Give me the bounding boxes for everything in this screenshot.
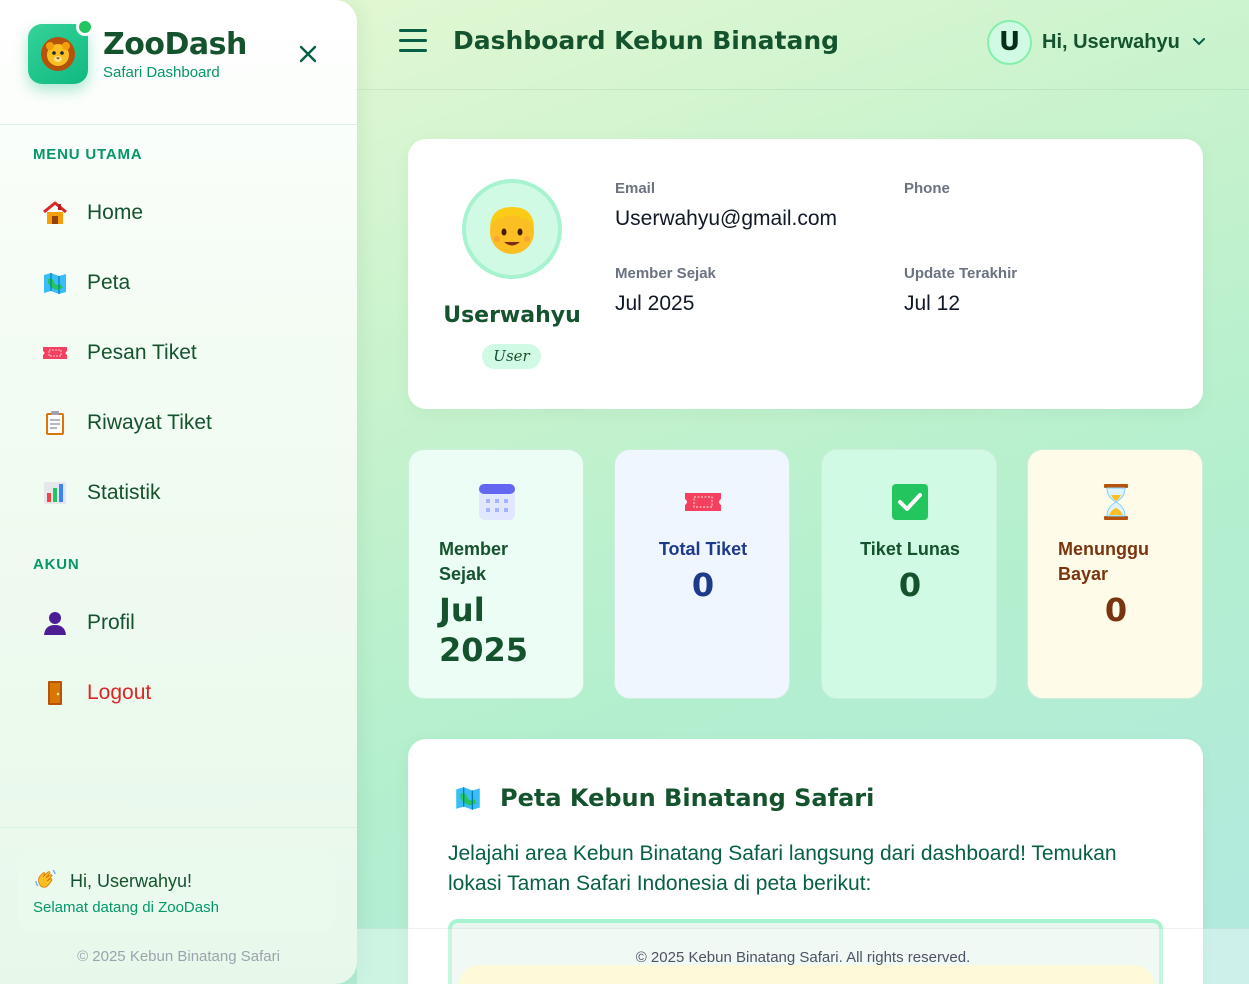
role-badge: User: [482, 344, 541, 369]
greeting-box: Hi, Userwahyu! Selamat datang di ZooDash: [18, 849, 336, 931]
sidebar-item-pesan-tiket[interactable]: Pesan Tiket: [28, 325, 328, 381]
map-icon: [40, 268, 70, 298]
person-face-icon: [490, 207, 534, 254]
profile-name: Userwahyu: [443, 303, 581, 328]
map-icon: [456, 787, 480, 810]
sidebar-item-label: Home: [87, 201, 144, 224]
stat-value: 0: [898, 566, 922, 604]
user-greeting: Hi, Userwahyu: [1042, 30, 1180, 53]
online-dot: [76, 18, 94, 36]
sidebar-item-peta[interactable]: Peta: [28, 255, 328, 311]
email-value: Userwahyu@gmail.com: [615, 207, 838, 230]
map-title: Peta Kebun Binatang Safari: [500, 784, 875, 812]
clipboard-icon: [40, 408, 70, 438]
stat-card-paid-ticket: Tiket Lunas 0: [821, 449, 997, 699]
brand[interactable]: ZooDash Safari Dashboard: [28, 18, 247, 84]
map-description: Jelajahi area Kebun Binatang Safari lang…: [448, 842, 1117, 895]
stat-card-member-since: Member Sejak Jul 2025: [408, 449, 584, 699]
sidebar-item-label: Logout: [87, 681, 152, 704]
stat-value: 0: [1104, 591, 1128, 629]
stat-value: 0: [691, 566, 715, 604]
stat-card-total-ticket: Total Tiket 0: [614, 449, 790, 699]
sidebar-item-label: Pesan Tiket: [87, 341, 197, 364]
waving-hand-icon: [34, 867, 58, 895]
hamburger-icon: [399, 29, 427, 52]
user-menu-dropdown[interactable]: U Hi, Userwahyu: [987, 19, 1206, 65]
sidebar: ZooDash Safari Dashboard MENU UTAMA Home: [0, 0, 357, 984]
stat-card-pending-payment: Menunggu Bayar 0: [1027, 449, 1203, 699]
avatar: U: [987, 19, 1032, 65]
menu-toggle-button[interactable]: [399, 29, 427, 53]
phone-label: Phone: [904, 180, 950, 197]
stat-value: Jul 2025: [439, 591, 529, 669]
sidebar-item-label: Profil: [87, 611, 135, 634]
greeting-title: Hi, Userwahyu!: [70, 870, 193, 891]
last-update-label: Update Terakhir: [904, 265, 1018, 282]
close-sidebar-button[interactable]: [294, 40, 322, 68]
divider: [0, 124, 357, 125]
user-silhouette-icon: [40, 608, 70, 638]
sidebar-item-logout[interactable]: Logout: [28, 665, 328, 721]
bar-chart-icon: [40, 478, 70, 508]
divider: [0, 827, 357, 828]
calendar-icon: [479, 484, 515, 520]
sidebar-item-label: Peta: [87, 271, 131, 294]
top-header: Dashboard Kebun Binatang U Hi, Userwahyu: [357, 0, 1249, 90]
profile-card: Userwahyu User Email Userwahyu@gmail.com…: [408, 139, 1203, 409]
sidebar-item-profil[interactable]: Profil: [28, 595, 328, 651]
sidebar-item-home[interactable]: Home: [28, 185, 328, 241]
brand-subtitle: Safari Dashboard: [103, 63, 220, 81]
check-box-icon: [892, 484, 928, 520]
footer-text: © 2025 Kebun Binatang Safari. All rights…: [635, 949, 971, 966]
stat-label: Tiket Lunas: [860, 539, 960, 559]
sidebar-item-statistik[interactable]: Statistik: [28, 465, 328, 521]
page-footer: © 2025 Kebun Binatang Safari. All rights…: [357, 928, 1249, 984]
sidebar-item-label: Statistik: [87, 481, 161, 504]
section-title-account: AKUN: [33, 556, 80, 573]
ticket-icon: [685, 493, 721, 511]
house-icon: [40, 198, 70, 228]
member-since-label: Member Sejak: [615, 265, 716, 282]
section-title-main: MENU UTAMA: [33, 146, 143, 163]
stat-label: Menunggu Bayar: [1058, 539, 1149, 584]
close-icon: [299, 45, 317, 63]
door-icon: [40, 678, 70, 708]
greeting-subtitle: Selamat datang di ZooDash: [33, 899, 219, 916]
email-label: Email: [615, 180, 656, 197]
sidebar-item-label: Riwayat Tiket: [87, 411, 212, 434]
brand-title: ZooDash: [103, 26, 247, 62]
chevron-down-icon: [1192, 38, 1205, 46]
stat-label: Total Tiket: [658, 539, 748, 559]
sidebar-item-riwayat-tiket[interactable]: Riwayat Tiket: [28, 395, 328, 451]
lion-face-icon: [28, 18, 94, 84]
member-since-value: Jul 2025: [615, 292, 695, 315]
hourglass-icon: [1104, 484, 1128, 520]
profile-avatar: [462, 179, 562, 279]
sidebar-footer: © 2025 Kebun Binatang Safari: [77, 948, 280, 965]
ticket-icon: [40, 338, 70, 368]
stat-label: Member Sejak: [439, 539, 509, 584]
page-title: Dashboard Kebun Binatang: [453, 26, 840, 55]
last-update-value: Jul 12: [904, 292, 961, 315]
